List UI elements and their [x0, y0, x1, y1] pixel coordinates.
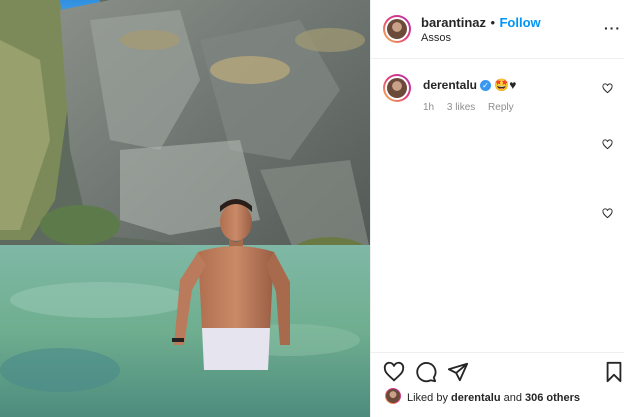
commenter-username[interactable]: derentalu — [423, 78, 477, 92]
liked-by-user[interactable]: derentalu — [451, 392, 501, 404]
header-separator: • — [490, 15, 496, 30]
comment-likes[interactable]: 3 likes — [447, 102, 475, 113]
comment-like-heart-icon[interactable] — [602, 139, 613, 150]
comment-icon[interactable] — [415, 361, 437, 383]
comment-reply-button[interactable]: Reply — [488, 102, 514, 113]
post-side-panel: barantinaz • Follow Assos ··· derentalu ✓… — [370, 0, 624, 417]
liked-by-line: Liked by derentalu and 306 others — [407, 392, 580, 404]
post-photo-image — [0, 0, 370, 417]
bookmark-icon[interactable] — [603, 361, 624, 383]
more-options-icon[interactable]: ··· — [604, 20, 621, 36]
liked-by-others[interactable]: 306 others — [525, 392, 580, 404]
follow-button[interactable]: Follow — [499, 15, 540, 30]
author-username[interactable]: barantinaz — [421, 15, 486, 30]
post-photo[interactable] — [0, 0, 370, 417]
comment-text: 🤩♥ — [494, 78, 517, 92]
verified-badge-icon: ✓ — [480, 80, 492, 92]
post-location[interactable]: Assos — [421, 32, 451, 44]
liked-by-middle: and — [500, 392, 526, 404]
post-action-bar — [371, 352, 624, 393]
author-avatar[interactable] — [383, 15, 411, 43]
liker-avatar[interactable] — [385, 388, 401, 404]
liked-by-prefix: Liked by — [407, 392, 452, 404]
send-icon[interactable] — [447, 361, 469, 383]
comment-like-heart-icon[interactable] — [602, 83, 613, 94]
post-header: barantinaz • Follow Assos ··· — [371, 0, 624, 59]
heart-icon[interactable] — [383, 361, 405, 383]
comment-like-heart-icon[interactable] — [602, 208, 613, 219]
comment-time[interactable]: 1h — [423, 102, 434, 113]
commenter-avatar[interactable] — [383, 74, 411, 102]
